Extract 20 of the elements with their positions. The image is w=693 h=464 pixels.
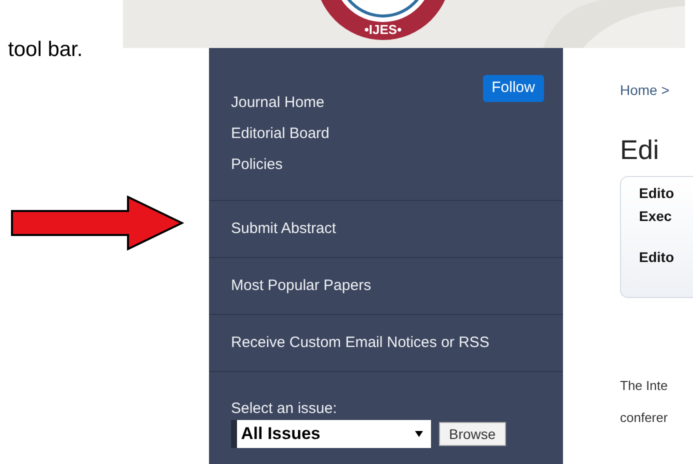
card-text: Exec [639,207,672,226]
paragraph-text: conferer [620,408,668,426]
browse-button[interactable]: Browse [439,422,506,446]
sidebar-link[interactable]: Receive Custom Email Notices or RSS [231,332,490,354]
card-text: Edito [639,184,674,203]
issue-select[interactable]: All Issues [231,420,431,448]
sidebar-link[interactable]: Submit Abstract [231,218,336,240]
dropdown-icon [415,431,423,437]
sidebar-link[interactable]: Editorial Board [231,123,330,145]
breadcrumb-link[interactable]: Home > [620,80,670,101]
arrow-icon [10,195,184,251]
caption-text: tool bar. [8,38,83,62]
page-heading: Edi [620,134,660,166]
follow-button[interactable]: Follow [482,75,544,102]
issue-label: Select an issue: [231,399,337,419]
sidebar-link[interactable]: Policies [231,154,283,176]
card-text: Edito [639,248,674,267]
paragraph-text: The Inte [620,377,668,395]
sidebar-link[interactable]: Most Popular Papers [231,275,372,297]
sidebar-link[interactable]: Journal Home [231,92,324,114]
